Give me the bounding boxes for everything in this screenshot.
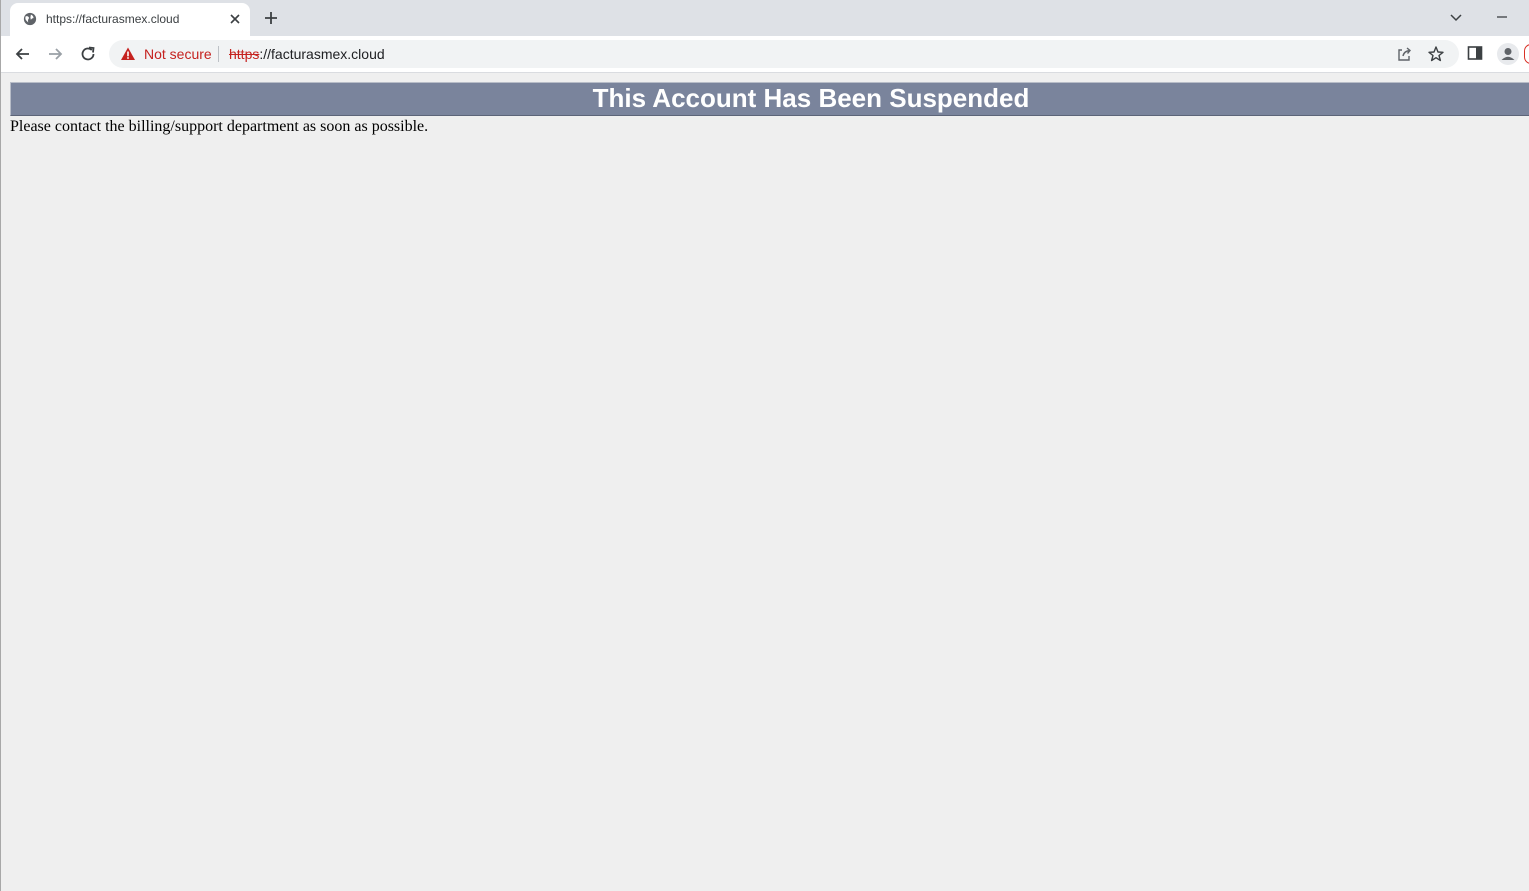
forward-arrow-icon[interactable]: [45, 44, 65, 64]
address-bar[interactable]: Not secure https://facturasmex.cloud: [109, 40, 1459, 68]
browser-toolbar: Not secure https://facturasmex.cloud: [1, 36, 1529, 73]
tab-strip: https://facturasmex.cloud: [1, 0, 1529, 36]
suspension-message: Please contact the billing/support depar…: [10, 118, 429, 135]
warning-triangle-icon[interactable]: [120, 46, 136, 62]
reload-icon[interactable]: [78, 44, 98, 64]
back-arrow-icon[interactable]: [13, 44, 33, 64]
omnibox-divider: [218, 46, 219, 62]
close-tab-icon[interactable]: [227, 11, 243, 27]
url-host: ://facturasmex.cloud: [259, 46, 385, 62]
update-indicator[interactable]: [1524, 44, 1529, 64]
page-heading: This Account Has Been Suspended: [592, 83, 1030, 113]
globe-icon: [23, 12, 37, 26]
bookmark-star-icon[interactable]: [1427, 45, 1445, 63]
tab-title: https://facturasmex.cloud: [46, 12, 180, 26]
security-status-label[interactable]: Not secure: [144, 46, 212, 62]
person-icon: [1501, 48, 1515, 60]
browser-window: https://facturasmex.cloud Not secure htt…: [0, 0, 1529, 891]
page-content: This Account Has Been Suspended Please c…: [1, 73, 1529, 891]
suspended-banner: This Account Has Been Suspended: [10, 82, 1529, 116]
url-text[interactable]: https://facturasmex.cloud: [229, 46, 385, 62]
new-tab-icon[interactable]: [262, 9, 280, 27]
profile-avatar[interactable]: [1497, 43, 1519, 65]
side-panel-icon[interactable]: [1466, 44, 1484, 62]
browser-tab[interactable]: https://facturasmex.cloud: [10, 3, 250, 36]
chevron-down-icon[interactable]: [1447, 9, 1465, 27]
share-icon[interactable]: [1395, 45, 1413, 63]
minimize-icon[interactable]: [1493, 8, 1511, 26]
url-scheme: https: [229, 46, 260, 62]
